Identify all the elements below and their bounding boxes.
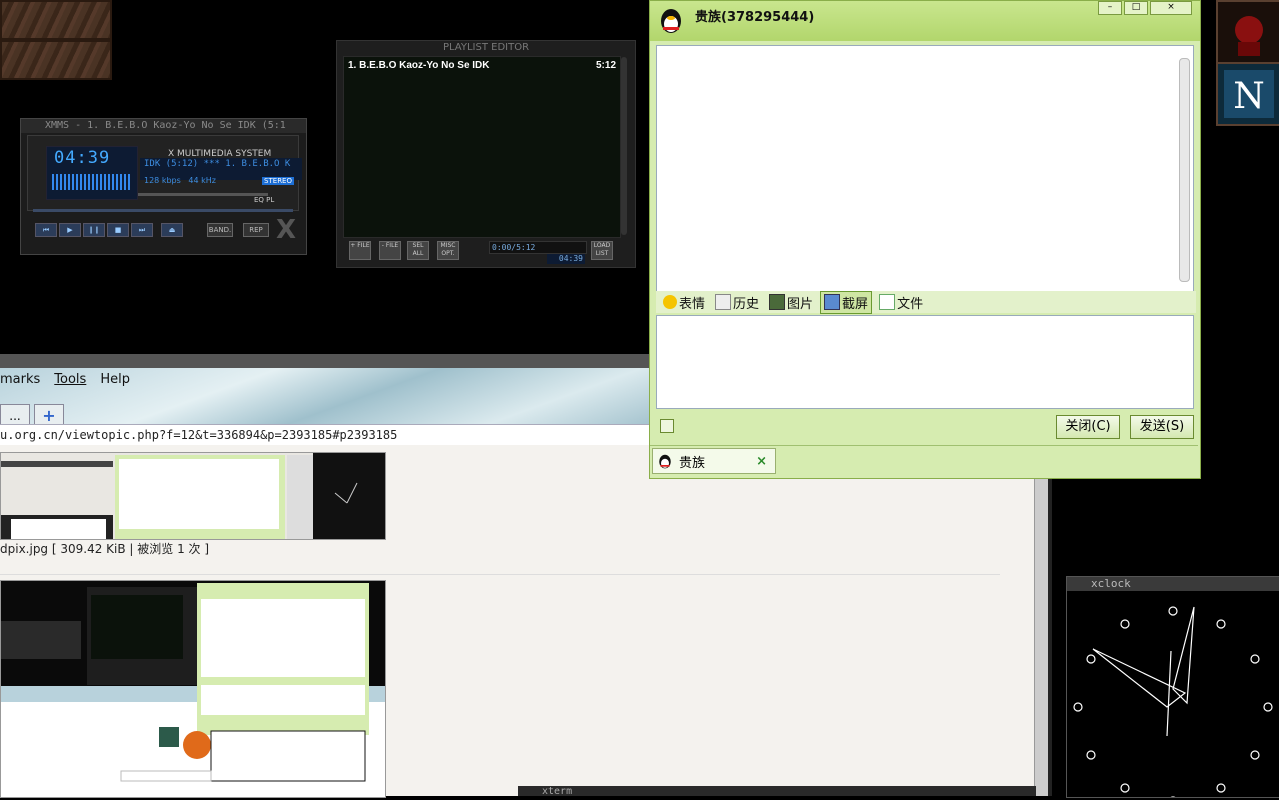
- eject-icon[interactable]: ⏏: [161, 223, 183, 237]
- xmms-title[interactable]: XMMS - 1. B.E.B.O Kaoz-Yo No Se IDK (5:1: [21, 119, 306, 133]
- emoticon-label: 表情: [679, 296, 706, 312]
- history-icon: [715, 294, 732, 310]
- chat-tab-bar: 贵族 ×: [650, 445, 1198, 478]
- qq-header[interactable]: 贵族(378295444) – □ ×: [650, 1, 1200, 41]
- add-file-button[interactable]: + FILE: [349, 241, 371, 260]
- play-icon[interactable]: ▶: [59, 223, 81, 237]
- band-button[interactable]: BAND.: [207, 223, 233, 237]
- file-icon: [879, 294, 896, 310]
- bitrate-info: 128 kbps 44 kHz: [144, 176, 216, 185]
- emoticon-tool[interactable]: 表情: [660, 292, 708, 313]
- tab-penguin-icon: [659, 454, 671, 469]
- message-scrollbar[interactable]: [1179, 58, 1190, 282]
- close-chat-button[interactable]: 关闭(C): [1056, 415, 1120, 439]
- file-label: 文件: [897, 296, 924, 312]
- maximize-button[interactable]: □: [1124, 1, 1148, 15]
- playlist-item-length: 5:12: [595, 60, 616, 71]
- thumbnail-1-image: [1, 453, 385, 539]
- netscape-icon: N: [1218, 64, 1279, 124]
- xclock-window: xclock: [1066, 576, 1279, 800]
- message-input[interactable]: [656, 315, 1194, 409]
- menu-bookmarks[interactable]: marks: [0, 372, 40, 387]
- xmms-display: 04:39 X MULTIMEDIA SYSTEM IDK (5:12) ***…: [27, 135, 302, 211]
- remove-file-button[interactable]: - FILE: [379, 241, 401, 260]
- screenshot-thumbnail-2[interactable]: [0, 580, 386, 798]
- xterm-titlebar[interactable]: xterm: [518, 786, 1036, 796]
- qq-chat-window: 贵族(378295444) – □ × 表情 历史 图片 截屏 文件 关闭(C)…: [649, 0, 1201, 479]
- devil-icon: [1218, 2, 1279, 62]
- browser-titlebar[interactable]: [0, 354, 650, 368]
- select-all-button[interactable]: SEL ALL: [407, 241, 429, 260]
- load-list-button[interactable]: LOAD LIST: [591, 241, 613, 260]
- transport-controls: ⏮ ▶ ❙❙ ■ ⏭ ⏏: [35, 223, 183, 237]
- eq-pl-toggles[interactable]: EQ PL: [254, 196, 274, 204]
- screenshot-tool[interactable]: 截屏: [820, 290, 873, 314]
- playlist-time-small: 04:39: [547, 254, 585, 264]
- devil-app-icon[interactable]: [1216, 0, 1279, 64]
- seek-bar[interactable]: [33, 209, 293, 212]
- playlist-scrollbar[interactable]: [621, 57, 627, 235]
- workspace-1[interactable]: [0, 0, 112, 40]
- volume-slider[interactable]: [138, 193, 268, 196]
- picture-tool[interactable]: 图片: [766, 292, 816, 313]
- history-tool[interactable]: 历史: [712, 292, 762, 313]
- second-hand: [1166, 650, 1172, 737]
- smiley-icon: [663, 295, 677, 309]
- netscape-app-icon[interactable]: N: [1216, 62, 1279, 126]
- image-caption: dpix.jpg [ 309.42 KiB | 被浏览 1 次 ]: [0, 542, 210, 556]
- browser-menubar: marks Tools Help ... +: [0, 368, 650, 428]
- playlist-editor: PLAYLIST EDITOR 1. B.E.B.O Kaoz-Yo No Se…: [336, 40, 636, 268]
- clock-face: [1073, 606, 1273, 800]
- workspace-pager[interactable]: [0, 0, 112, 82]
- thumbnail-2-image: [1, 581, 385, 797]
- playlist-item-name: 1. B.E.B.O Kaoz-Yo No Se IDK: [348, 60, 490, 71]
- svg-text:N: N: [1233, 76, 1265, 117]
- next-icon[interactable]: ⏭: [131, 223, 153, 237]
- stop-icon[interactable]: ■: [107, 223, 129, 237]
- menu-tools[interactable]: Tools: [54, 372, 86, 387]
- send-button[interactable]: 发送(S): [1130, 415, 1194, 439]
- chat-tab[interactable]: 贵族 ×: [652, 448, 776, 474]
- contact-title: 贵族(378295444): [695, 10, 815, 25]
- xmms-logo: X: [275, 215, 296, 245]
- chat-tab-label: 贵族: [679, 455, 706, 471]
- playlist-item[interactable]: 1. B.E.B.O Kaoz-Yo No Se IDK 5:12: [344, 57, 620, 74]
- post-divider: [0, 574, 1000, 575]
- chat-toolbar: 表情 历史 图片 截屏 文件: [656, 290, 1196, 314]
- repeat-button[interactable]: REP: [243, 223, 269, 237]
- spectrum-bars: [52, 174, 132, 190]
- picture-icon: [769, 294, 786, 310]
- xclock-title[interactable]: xclock: [1067, 577, 1279, 591]
- qq-penguin-icon: [661, 9, 681, 33]
- options-icon[interactable]: [660, 419, 674, 433]
- url-bar[interactable]: u.org.cn/viewtopic.php?f=12&t=336894&p=2…: [0, 424, 650, 446]
- minimize-button[interactable]: –: [1098, 1, 1122, 15]
- tab-close-icon[interactable]: ×: [756, 454, 767, 469]
- browser-scrollbar[interactable]: [1034, 470, 1049, 796]
- screenshot-thumbnail-1[interactable]: [0, 452, 386, 540]
- prev-icon[interactable]: ⏮: [35, 223, 57, 237]
- message-history[interactable]: [656, 45, 1194, 293]
- playlist-title[interactable]: PLAYLIST EDITOR: [337, 41, 635, 54]
- file-tool[interactable]: 文件: [876, 292, 926, 313]
- workspace-2[interactable]: [0, 40, 112, 80]
- menu-help[interactable]: Help: [100, 372, 130, 387]
- playlist-list[interactable]: 1. B.E.B.O Kaoz-Yo No Se IDK 5:12: [343, 56, 621, 238]
- misc-opt-button[interactable]: MISC OPT.: [437, 241, 459, 260]
- pause-icon[interactable]: ❙❙: [83, 223, 105, 237]
- stereo-badge: STEREO: [262, 177, 294, 185]
- xmms-window: XMMS - 1. B.E.B.O Kaoz-Yo No Se IDK (5:1…: [20, 118, 307, 255]
- playlist-time: 0:00/5:12: [489, 241, 587, 254]
- xmms-time[interactable]: 04:39: [54, 148, 110, 168]
- screenshot-icon: [824, 294, 841, 310]
- history-label: 历史: [733, 296, 760, 312]
- picture-label: 图片: [787, 296, 814, 312]
- screenshot-label: 截屏: [842, 296, 869, 312]
- close-window-button[interactable]: ×: [1150, 1, 1192, 15]
- browser-edge: [1048, 470, 1052, 796]
